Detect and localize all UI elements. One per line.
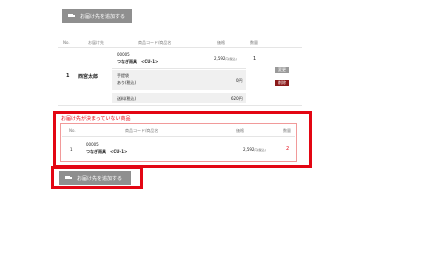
change-button[interactable]: 変更: [275, 67, 289, 73]
row-no: 1: [66, 73, 70, 79]
delete-button[interactable]: 削除: [275, 80, 289, 86]
add-delivery-button-bottom[interactable]: お届け先を追加する: [59, 171, 131, 185]
header-divider: [58, 47, 302, 48]
unassigned-item-price-suffix: 円(税込): [254, 148, 266, 152]
item-price-suffix: 円(税込): [225, 57, 237, 61]
unassigned-row-no: 1: [70, 147, 73, 152]
add-delivery-label: お届け先を追加する: [80, 13, 126, 20]
header-no: No.: [63, 40, 70, 45]
unassigned-header-product: 商品コード/商品名: [125, 128, 159, 133]
header-destination: お届け先: [88, 40, 104, 45]
recipient-name: 西宮太郎: [78, 74, 99, 80]
item-name: つなぎ雨具 <CU-1>: [117, 59, 159, 64]
add-delivery-label: お届け先を追加する: [77, 175, 123, 182]
unassigned-header-qty: 数量: [283, 128, 291, 133]
truck-icon: [65, 176, 72, 180]
header-price: 価格: [217, 40, 225, 45]
truck-icon: [68, 14, 75, 18]
unassigned-item-price: 2,592: [243, 147, 255, 152]
item-price: 2,592: [214, 56, 226, 61]
add-delivery-button-top[interactable]: お届け先を追加する: [62, 9, 132, 23]
shipping-price: 620円: [231, 96, 243, 101]
shipping-label: 送料(税込): [117, 96, 137, 101]
unassigned-header-divider: [62, 136, 295, 137]
item-divider: [112, 68, 246, 69]
item-code: 00005: [117, 52, 130, 57]
item-qty: 1: [253, 56, 257, 62]
unassigned-header-no: No.: [69, 128, 76, 133]
unassigned-header-price: 価格: [236, 128, 244, 133]
unassigned-item-qty: 2: [286, 146, 290, 152]
wrapping-price: 0円: [236, 78, 243, 83]
unassigned-item-name: つなぎ雨具 <CU-1>: [86, 149, 128, 154]
table-bottom-divider: [58, 105, 302, 106]
unassigned-item-code: 00005: [86, 142, 99, 147]
header-qty: 数量: [250, 40, 258, 45]
wrapping-line1: 手提袋: [117, 73, 129, 78]
header-product: 商品コード/商品名: [138, 40, 172, 45]
wrapping-line2: あり(税込): [117, 80, 137, 85]
unassigned-title: お届け先が決まっていない商品: [61, 116, 131, 122]
